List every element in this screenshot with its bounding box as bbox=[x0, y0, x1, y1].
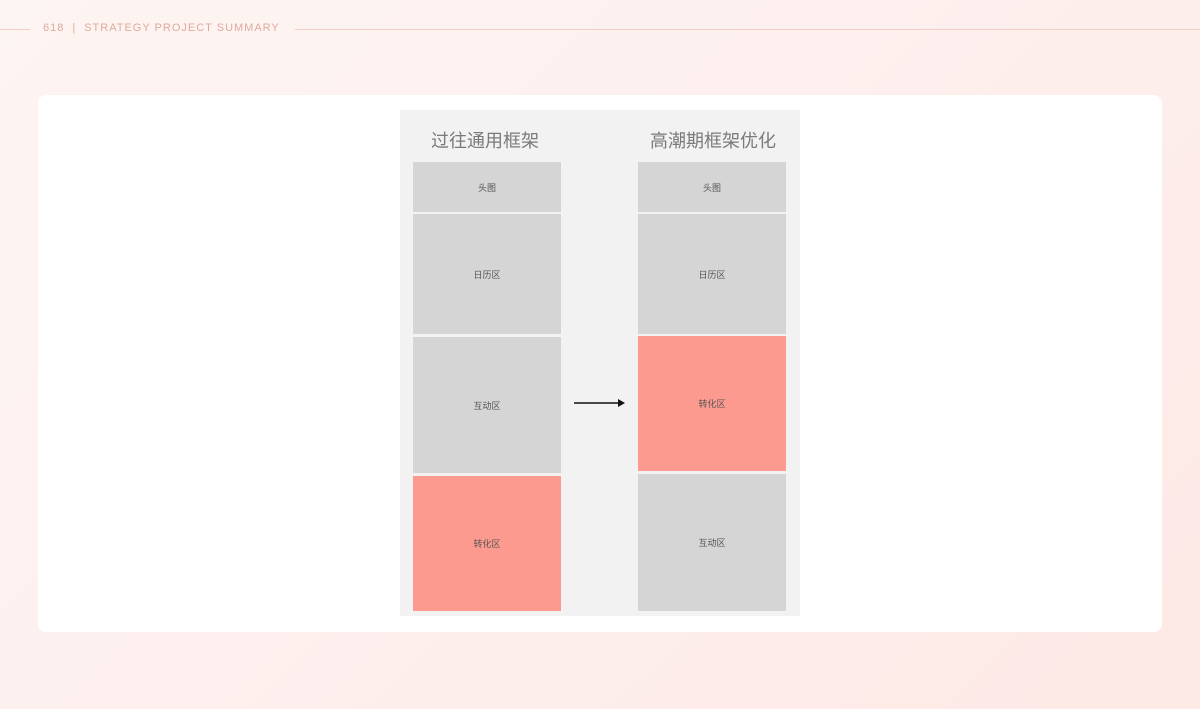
right-block-conversion-zone: 转化区 bbox=[638, 336, 786, 471]
right-arrow-icon bbox=[574, 399, 625, 407]
right-block-interaction-zone: 互动区 bbox=[638, 474, 786, 611]
content-card: 过往通用框架 高潮期框架优化 头图 日历区 互动区 转化区 头图 日历区 转化区… bbox=[38, 95, 1162, 632]
header-rule-right bbox=[295, 29, 1200, 30]
left-block-calendar-zone: 日历区 bbox=[413, 214, 561, 334]
header-separator: | bbox=[72, 22, 77, 34]
left-block-conversion-zone: 转化区 bbox=[413, 476, 561, 611]
section-title: STRATEGY PROJECT SUMMARY bbox=[84, 22, 280, 34]
left-block-interaction-zone: 互动区 bbox=[413, 337, 561, 473]
right-block-header-image: 头图 bbox=[638, 162, 786, 212]
page-number: 618 bbox=[43, 22, 65, 34]
framework-comparison-diagram: 过往通用框架 高潮期框架优化 头图 日历区 互动区 转化区 头图 日历区 转化区… bbox=[400, 110, 800, 616]
left-block-header-image: 头图 bbox=[413, 162, 561, 212]
left-column-title: 过往通用框架 bbox=[431, 131, 539, 152]
right-block-calendar-zone: 日历区 bbox=[638, 214, 786, 334]
right-column-title: 高潮期框架优化 bbox=[650, 131, 776, 152]
header-rule-left bbox=[0, 29, 30, 30]
page-header: 618 | STRATEGY PROJECT SUMMARY bbox=[43, 22, 280, 34]
